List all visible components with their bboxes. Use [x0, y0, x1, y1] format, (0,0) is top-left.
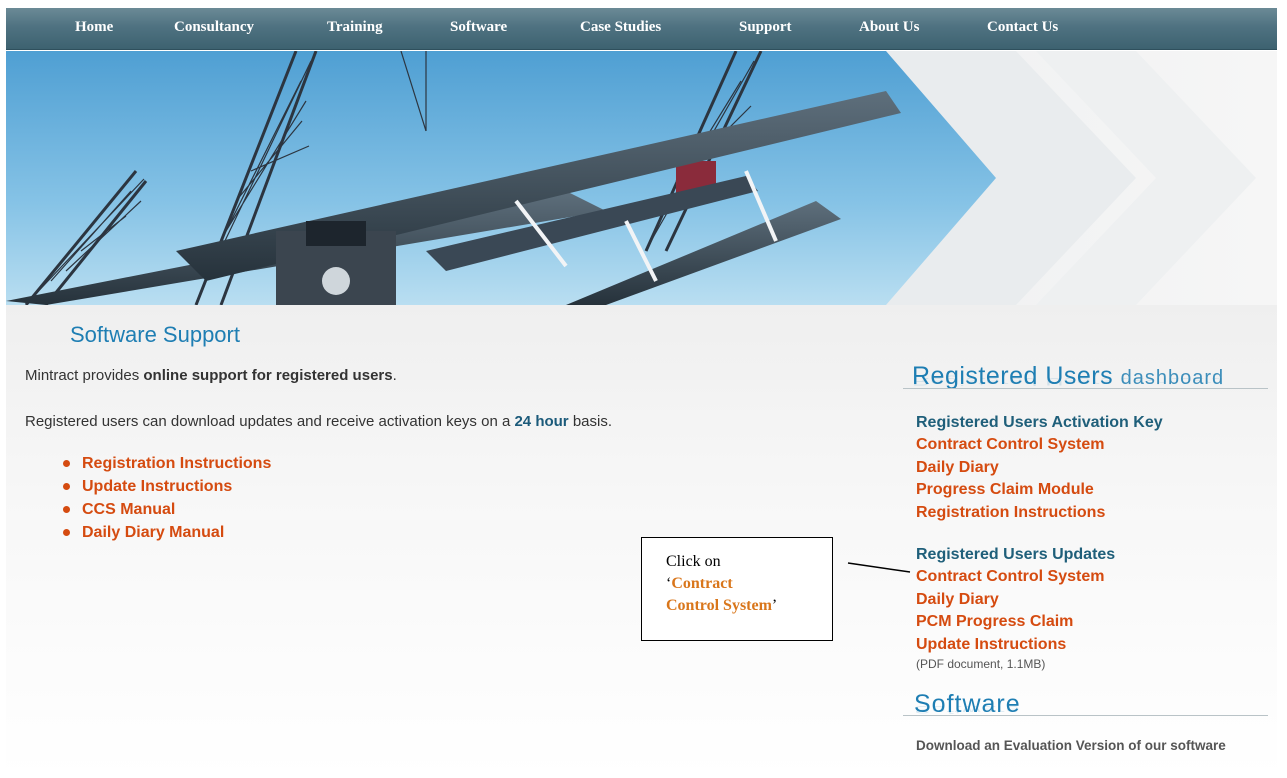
intro-suffix: .: [392, 367, 397, 384]
nav-training[interactable]: Training: [327, 19, 383, 36]
callout-line3: Control System’: [666, 595, 832, 617]
updates-link-daily-diary[interactable]: Daily Diary: [916, 589, 1115, 612]
callout-line1: Click on: [666, 553, 721, 570]
reflection-light: dashboard: [1120, 375, 1225, 386]
bullet-icon: [63, 529, 70, 536]
doc-link-ccs-manual[interactable]: CCS Manual: [60, 498, 271, 521]
doc-link-label: Daily Diary Manual: [82, 524, 225, 541]
intro-prefix: Mintract provides: [25, 367, 144, 384]
pdf-note: (PDF document, 1.1MB): [916, 657, 1046, 671]
doc-link-label: CCS Manual: [82, 501, 176, 518]
callout-highlight-2: Control System: [666, 597, 772, 614]
bullet-icon: [63, 506, 70, 513]
callout-line2: ‘Contract: [666, 573, 832, 595]
document-list: Registration Instructions Update Instruc…: [60, 452, 271, 544]
activation-key-title: Registered Users Activation Key: [916, 414, 1163, 431]
intro2-bold: 24 hour: [514, 413, 569, 430]
nav-home[interactable]: Home: [75, 19, 113, 36]
heading-reflection: Registered Users dashboard: [912, 375, 1224, 388]
callout-close-quote: ’: [771, 597, 778, 614]
nav-contact-us[interactable]: Contact Us: [987, 19, 1058, 36]
activation-key-section: Registered Users Activation Key Contract…: [916, 411, 1163, 524]
updates-link-ccs[interactable]: Contract Control System: [916, 566, 1115, 589]
hero-banner: [6, 51, 1277, 305]
instruction-callout: Click on ‘Contract Control System’: [641, 537, 833, 641]
updates-link-update-instructions[interactable]: Update Instructions: [916, 634, 1115, 657]
heading-divider: [903, 388, 1268, 389]
doc-link-label: Registration Instructions: [82, 455, 272, 472]
software-divider: [903, 715, 1268, 716]
doc-link-registration-instructions[interactable]: Registration Instructions: [60, 452, 271, 475]
doc-link-update-instructions[interactable]: Update Instructions: [60, 475, 271, 498]
updates-title: Registered Users Updates: [916, 546, 1116, 563]
intro-bold: online support for registered users: [143, 367, 393, 384]
bullet-icon: [63, 483, 70, 490]
activation-link-progress-claim[interactable]: Progress Claim Module: [916, 479, 1163, 502]
intro-text: Mintract provides online support for reg…: [25, 367, 397, 384]
nav-support[interactable]: Support: [739, 19, 792, 36]
doc-link-daily-diary-manual[interactable]: Daily Diary Manual: [60, 521, 271, 544]
bullet-icon: [63, 460, 70, 467]
construction-cranes-image: [6, 51, 1277, 305]
updates-link-pcm[interactable]: PCM Progress Claim: [916, 611, 1115, 634]
intro2-prefix: Registered users can download updates an…: [25, 413, 515, 430]
intro2-text: Registered users can download updates an…: [25, 413, 612, 430]
activation-link-registration[interactable]: Registration Instructions: [916, 502, 1163, 525]
doc-link-label: Update Instructions: [82, 478, 233, 495]
page-title: Software Support: [70, 322, 240, 347]
main-nav: Home Consultancy Training Software Case …: [6, 8, 1277, 50]
updates-section: Registered Users Updates Contract Contro…: [916, 543, 1115, 656]
nav-about-us[interactable]: About Us: [859, 19, 919, 36]
nav-case-studies[interactable]: Case Studies: [580, 19, 661, 36]
evaluation-download-link[interactable]: Download an Evaluation Version of our so…: [916, 738, 1261, 754]
intro2-suffix: basis.: [568, 413, 613, 430]
callout-highlight-1: Contract: [671, 575, 733, 592]
nav-consultancy[interactable]: Consultancy: [174, 19, 254, 36]
activation-link-daily-diary[interactable]: Daily Diary: [916, 457, 1163, 480]
nav-software[interactable]: Software: [450, 19, 507, 36]
reflection-main: Registered Users: [912, 375, 1114, 388]
activation-link-ccs[interactable]: Contract Control System: [916, 434, 1163, 457]
